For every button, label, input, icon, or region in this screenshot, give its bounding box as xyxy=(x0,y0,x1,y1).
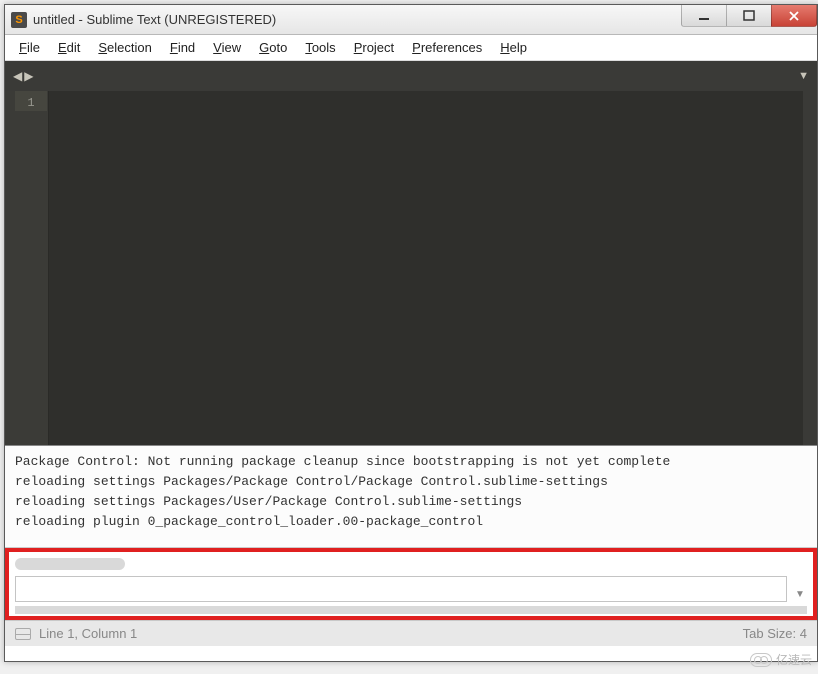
menu-view[interactable]: View xyxy=(207,38,247,57)
input-dropdown-icon[interactable]: ▼ xyxy=(793,576,807,602)
menubar: File Edit Selection Find View Goto Tools Projec… xyxy=(5,35,817,61)
input-panel-header xyxy=(15,556,807,572)
input-panel-footer xyxy=(15,606,807,614)
watermark: 亿速云 xyxy=(750,651,812,668)
editor[interactable] xyxy=(49,91,817,445)
editor-area: 1 xyxy=(5,91,817,446)
line-number: 1 xyxy=(15,91,47,111)
console-output[interactable]: Package Control: Not running package cle… xyxy=(5,446,817,548)
window-controls xyxy=(682,5,817,27)
window-title: untitled - Sublime Text (UNREGISTERED) xyxy=(33,12,276,27)
command-input-panel: ▼ xyxy=(5,548,817,620)
minimize-button[interactable] xyxy=(681,5,727,27)
status-position: Line 1, Column 1 xyxy=(39,626,137,641)
menu-tools[interactable]: Tools xyxy=(299,38,341,57)
menu-find[interactable]: Find xyxy=(164,38,201,57)
maximize-button[interactable] xyxy=(726,5,772,27)
gutter: 1 xyxy=(5,91,49,445)
status-tabsize[interactable]: Tab Size: 4 xyxy=(743,626,807,641)
editor-scrollbar[interactable] xyxy=(803,91,817,445)
panel-toggle-icon[interactable] xyxy=(15,628,31,640)
watermark-text: 亿速云 xyxy=(776,651,812,668)
menu-project[interactable]: Project xyxy=(348,38,400,57)
menu-file[interactable]: File xyxy=(13,38,46,57)
input-hint-placeholder xyxy=(15,558,125,570)
menu-selection[interactable]: Selection xyxy=(92,38,157,57)
tab-next-button[interactable]: ▶ xyxy=(24,69,33,83)
menu-goto[interactable]: Goto xyxy=(253,38,293,57)
close-button[interactable] xyxy=(771,5,817,27)
tabstrip: ◀ ▶ ▼ xyxy=(5,61,817,91)
menu-edit[interactable]: Edit xyxy=(52,38,86,57)
menu-preferences[interactable]: Preferences xyxy=(406,38,488,57)
titlebar: S untitled - Sublime Text (UNREGISTERED) xyxy=(5,5,817,35)
app-window: S untitled - Sublime Text (UNREGISTERED)… xyxy=(4,4,818,662)
menu-help[interactable]: Help xyxy=(494,38,533,57)
tab-dropdown-button[interactable]: ▼ xyxy=(798,70,809,82)
tab-prev-button[interactable]: ◀ xyxy=(13,69,22,83)
command-input[interactable] xyxy=(15,576,787,602)
app-icon: S xyxy=(11,12,27,28)
watermark-icon xyxy=(750,653,772,667)
statusbar: Line 1, Column 1 Tab Size: 4 xyxy=(5,620,817,646)
